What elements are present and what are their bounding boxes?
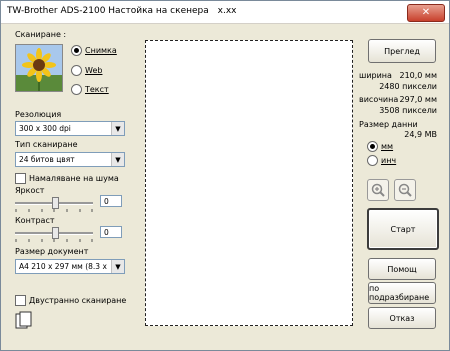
close-button[interactable]: ✕ [407,4,445,22]
contrast-label: Контраст [15,216,55,225]
width-px: 2480 пиксели [379,82,437,91]
brightness-slider-thumb[interactable] [52,197,59,209]
resolution-select[interactable]: 300 x 300 dpi ▼ [15,121,125,136]
sunflower-photo [15,44,63,92]
preview-button[interactable]: Преглед [368,39,436,63]
close-icon: ✕ [421,7,431,18]
height-px: 3508 пиксели [379,106,437,115]
document-size-label: Размер документ [15,247,89,256]
data-size-label: Размер данни [359,120,418,129]
radio-unit-mm-label[interactable]: мм [381,142,393,151]
document-size-select[interactable]: A4 210 x 297 мм (8.3 x 11.7 ▼ [15,259,125,274]
radio-photo[interactable] [71,45,82,56]
height-mm: 297,0 мм [399,95,437,104]
documents-icon [15,311,32,329]
radio-web[interactable] [71,65,82,76]
scan-label: Сканиране : [15,30,67,39]
default-button[interactable]: по подразбиране [368,282,436,304]
radio-web-label[interactable]: Web [85,66,102,75]
brightness-value[interactable]: 0 [100,195,122,207]
radio-unit-mm[interactable] [367,141,378,152]
window-title: TW-Brother ADS-2100 Настойка на скенера … [7,6,236,16]
chevron-down-icon: ▼ [111,260,124,273]
duplex-checkbox[interactable] [15,295,26,306]
scan-type-value: 24 битов цвят [19,155,75,164]
scan-preview-area[interactable] [145,40,353,326]
radio-text[interactable] [71,84,82,95]
zoom-in-button[interactable] [367,179,389,201]
noise-reduction-checkbox[interactable] [15,173,26,184]
cancel-button[interactable]: Отказ [368,307,436,329]
resolution-value: 300 x 300 dpi [19,124,71,133]
scanner-settings-window: TW-Brother ADS-2100 Настойка на скенера … [0,0,450,351]
client-area: Сканиране : Снимка Web Текст Резолюция 3… [1,24,449,350]
data-size-value: 24,9 MB [404,130,437,139]
resolution-label: Резолюция [15,110,62,119]
title-bar: TW-Brother ADS-2100 Настойка на скенера … [1,1,449,24]
noise-reduction-label: Намаляване на шума [29,174,119,183]
duplex-label: Двустранно сканиране [29,296,127,305]
zoom-in-icon [371,183,385,197]
radio-photo-label[interactable]: Снимка [85,46,117,55]
help-button[interactable]: Помощ [368,258,436,280]
start-button[interactable]: Старт [367,208,439,250]
scan-type-select[interactable]: 24 битов цвят ▼ [15,152,125,167]
radio-text-label[interactable]: Текст [85,85,109,94]
radio-unit-inch[interactable] [367,155,378,166]
chevron-down-icon: ▼ [111,122,124,135]
contrast-slider[interactable] [15,226,93,242]
chevron-down-icon: ▼ [111,153,124,166]
contrast-slider-thumb[interactable] [52,227,59,239]
contrast-value[interactable]: 0 [100,226,122,238]
width-mm: 210,0 мм [399,71,437,80]
brightness-label: Яркост [15,186,45,195]
radio-unit-inch-label[interactable]: инч [381,156,396,165]
window-version: x.xx [217,6,237,16]
scan-type-label: Тип сканиране [15,140,78,149]
brightness-slider[interactable] [15,196,93,212]
document-size-value: A4 210 x 297 мм (8.3 x 11.7 [19,262,109,271]
zoom-out-button[interactable] [394,179,416,201]
window-title-text: TW-Brother ADS-2100 Настойка на скенера [7,6,209,16]
zoom-out-icon [398,183,412,197]
